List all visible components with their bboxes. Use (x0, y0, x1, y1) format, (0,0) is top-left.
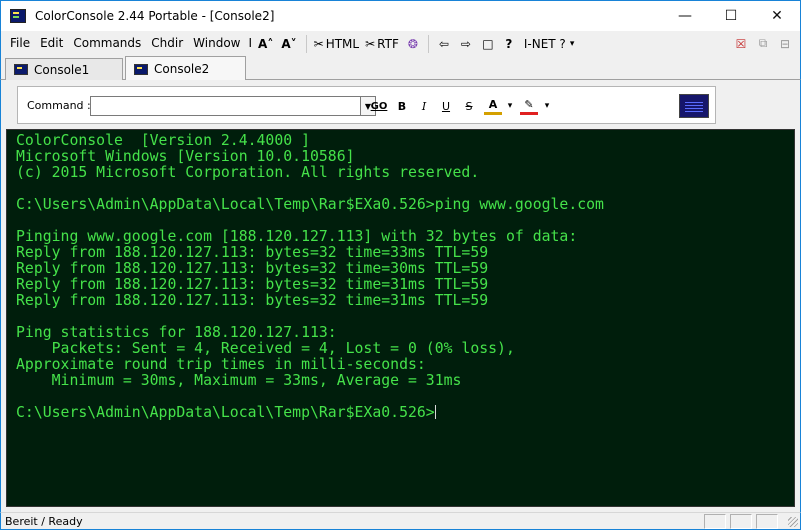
tab-bar: Console1 Console2 (0, 56, 801, 81)
window-controls: — ☐ ✕ (662, 1, 800, 31)
export-html-button[interactable]: ✂ HTML (311, 33, 362, 55)
console-line: Pinging www.google.com [188.120.127.113]… (16, 228, 578, 245)
status-cell (756, 514, 778, 529)
console-line: ColorConsole [Version 2.4.4000 ] (16, 132, 310, 149)
scissors-icon: ✂ (313, 36, 324, 51)
back-button[interactable]: ⇦ (433, 33, 455, 55)
console-line: Reply from 188.120.127.113: bytes=32 tim… (16, 292, 489, 309)
maximize-icon: ☐ (724, 8, 738, 24)
menu-commands[interactable]: Commands (68, 31, 146, 56)
menu-chdir[interactable]: Chdir (146, 31, 188, 56)
close-console-button[interactable]: ☒ (730, 33, 752, 55)
console-line: Reply from 188.120.127.113: bytes=32 tim… (16, 276, 489, 293)
console-output[interactable]: ColorConsole [Version 2.4.4000 ] Microsof… (6, 129, 795, 507)
font-larger-icon: A˄ (258, 36, 274, 51)
toolbar-separator (427, 34, 429, 53)
menu-bar: File Edit Commands Chdir Window I A˄ A˅ … (0, 31, 801, 56)
menu-file[interactable]: File (1, 31, 35, 56)
new-page-icon: □ (482, 36, 494, 51)
console-line: Reply from 188.120.127.113: bytes=32 tim… (16, 244, 489, 261)
export-html-label: HTML (325, 36, 360, 51)
tab-label: Console1 (34, 62, 90, 77)
font-color-button[interactable]: A (484, 97, 502, 115)
strikethrough-button[interactable]: S (460, 97, 478, 115)
toolbar-separator (305, 34, 307, 53)
font-color-dropdown[interactable]: ▾ (505, 97, 515, 115)
font-larger-button[interactable]: A˄ (255, 33, 278, 55)
console-text: ColorConsole [Version 2.4.4000 ] Microsof… (16, 133, 604, 421)
title-bar: ColorConsole 2.44 Portable - [Console2] … (0, 0, 801, 31)
close-icon: ✕ (771, 8, 783, 24)
text-cursor (434, 405, 436, 419)
highlight-color-dropdown[interactable]: ▾ (542, 97, 552, 115)
italic-button[interactable]: I (415, 97, 433, 115)
console-line: Ping statistics for 188.120.127.113: (16, 324, 337, 341)
console-prompt: C:\Users\Admin\AppData\Local\Temp\Rar$EX… (16, 405, 604, 421)
app-icon[interactable] (10, 9, 26, 23)
console-line: Reply from 188.120.127.113: bytes=32 tim… (16, 260, 489, 277)
tab-label: Console2 (154, 62, 210, 76)
window-title: ColorConsole 2.44 Portable - [Console2] (35, 9, 275, 23)
help-icon: ? (505, 36, 513, 51)
console-line: Approximate round trip times in milli-se… (16, 356, 426, 373)
console-line: C:\Users\Admin\AppData\Local\Temp\Rar$EX… (16, 196, 604, 213)
cascade-windows-button[interactable]: ⧉ (752, 33, 774, 55)
underline-button[interactable]: U (437, 97, 455, 115)
export-rtf-button[interactable]: ✂ RTF (362, 33, 402, 55)
console-line: Minimum = 30ms, Maximum = 33ms, Average … (16, 372, 462, 389)
font-smaller-button[interactable]: A˅ (278, 33, 301, 55)
cascade-icon: ⧉ (758, 36, 768, 50)
console-line: Packets: Sent = 4, Received = 4, Lost = … (16, 340, 515, 357)
command-input[interactable] (90, 96, 361, 116)
color-palette-button[interactable]: ❂ (402, 33, 424, 55)
chevron-down-icon: ▾ (569, 38, 575, 49)
status-cell (704, 514, 726, 529)
forward-button[interactable]: ⇨ (455, 33, 477, 55)
status-text: Bereit / Ready (5, 515, 83, 528)
palette-icon: ❂ (407, 36, 418, 51)
inet-button[interactable]: I-NET ? ▾ (521, 33, 577, 55)
font-smaller-icon: A˅ (281, 36, 297, 51)
menu-overflow[interactable]: I (245, 31, 255, 56)
menu-window[interactable]: Window (188, 31, 245, 56)
scissors-icon: ✂ (365, 36, 376, 51)
app-logo-button[interactable] (679, 94, 709, 118)
status-cell (730, 514, 752, 529)
bold-button[interactable]: B (393, 97, 411, 115)
tile-windows-button[interactable]: ⊟ (774, 33, 796, 55)
go-button[interactable]: GO (368, 97, 390, 115)
right-border (795, 129, 801, 507)
prompt-text: C:\Users\Admin\AppData\Local\Temp\Rar$EX… (16, 404, 435, 421)
inet-label: I-NET ? (523, 36, 566, 51)
maximize-button[interactable]: ☐ (708, 1, 754, 31)
back-arrow-icon: ⇦ (438, 36, 449, 51)
tab-console1[interactable]: Console1 (5, 58, 123, 80)
console-line: (c) 2015 Microsoft Corporation. All righ… (16, 164, 480, 181)
tab-console2[interactable]: Console2 (125, 56, 246, 81)
console-icon (134, 63, 148, 75)
resize-grip[interactable] (788, 517, 798, 527)
highlight-color-button[interactable]: ✎ (520, 97, 538, 115)
command-label: Command : (27, 99, 91, 112)
forward-arrow-icon: ⇨ (460, 36, 471, 51)
menu-edit[interactable]: Edit (35, 31, 68, 56)
minimize-icon: — (678, 8, 692, 24)
command-bar: Command : ▼ GO B I U S A ▾ ✎ ▾ (17, 86, 716, 124)
close-button[interactable]: ✕ (754, 1, 800, 31)
minimize-button[interactable]: — (662, 1, 708, 31)
new-console-button[interactable]: □ (477, 33, 499, 55)
status-bar: Bereit / Ready (0, 512, 801, 530)
tile-icon: ⊟ (779, 36, 791, 51)
close-console-icon: ☒ (735, 36, 747, 51)
export-rtf-label: RTF (377, 36, 399, 51)
help-button[interactable]: ? (499, 33, 521, 55)
console-icon (14, 64, 28, 75)
console-line: Microsoft Windows [Version 10.0.10586] (16, 148, 355, 165)
